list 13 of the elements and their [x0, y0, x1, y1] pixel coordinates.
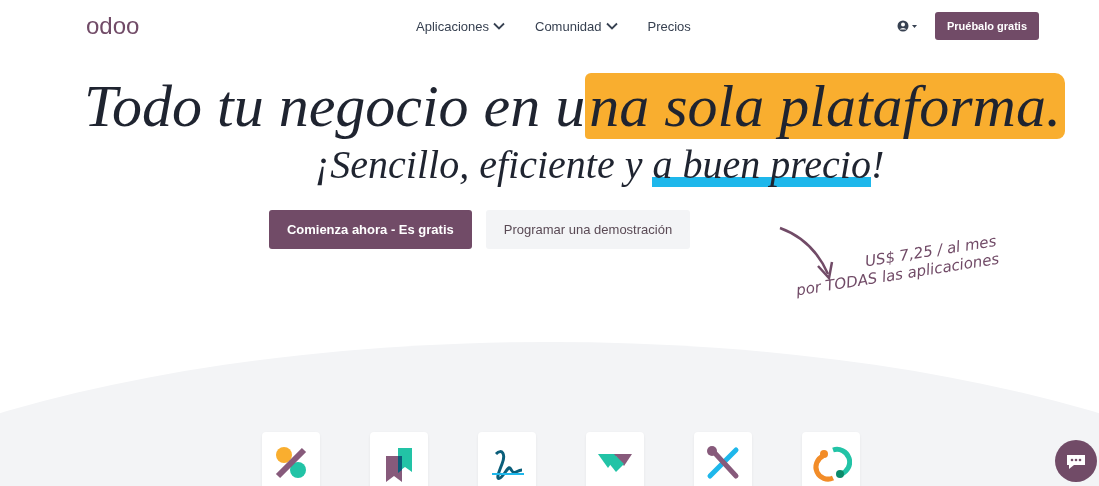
- subheadline: ¡Sencillo, eficiente y a buen precio!: [314, 141, 885, 188]
- demo-button[interactable]: Programar una demostración: [485, 210, 691, 249]
- nav-link[interactable]: Precios: [647, 18, 691, 34]
- chat-icon[interactable]: [1055, 440, 1097, 482]
- chevron-down-icon: [605, 22, 618, 30]
- nav-link[interactable]: Comunidad: [535, 18, 618, 34]
- headline: Todo tu negocio en una sola plataforma.: [84, 72, 1065, 141]
- nav-link[interactable]: Aplicaciones: [416, 18, 505, 34]
- odoo-logo[interactable]: odoo: [86, 12, 416, 40]
- try-free-button[interactable]: Pruébalo gratis: [934, 12, 1039, 40]
- user-menu-icon[interactable]: [896, 20, 919, 32]
- chevron-down-icon: [493, 22, 505, 30]
- start-now-button[interactable]: Comienza ahora - Es gratis: [268, 210, 472, 249]
